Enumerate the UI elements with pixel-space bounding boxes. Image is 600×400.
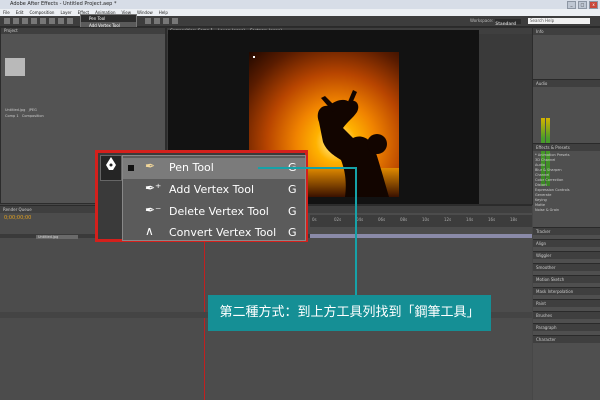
playhead[interactable] bbox=[204, 236, 205, 400]
ruler-tick: 06s bbox=[378, 217, 386, 222]
pan-behind-tool-icon[interactable] bbox=[49, 18, 55, 24]
layer-name[interactable]: Untitled.jpg bbox=[36, 235, 78, 239]
workspace-selector[interactable]: Workspace: Standard bbox=[470, 16, 522, 26]
right-panel-column: Info Audio Effects & Presets * Animation… bbox=[533, 27, 600, 400]
menu-edit[interactable]: Edit bbox=[16, 9, 24, 16]
pen-tool-icon[interactable] bbox=[67, 18, 73, 24]
paragraph-panel-tab[interactable]: Paragraph bbox=[533, 323, 600, 331]
flyout-item-pen[interactable]: Pen Tool bbox=[81, 15, 136, 22]
ruler-tick: 08s bbox=[400, 217, 408, 222]
rotate-tool-icon[interactable] bbox=[31, 18, 37, 24]
convert-vertex-icon: ∧ bbox=[145, 224, 154, 238]
current-timecode[interactable]: 0;00;00;00 bbox=[4, 215, 31, 221]
project-item[interactable]: Untitled.jpg JPEG bbox=[5, 108, 75, 113]
menu-item-add-vertex-tool[interactable]: ✒⁺ Add Vertex Tool G bbox=[123, 180, 305, 201]
character-panel-tab[interactable]: Character bbox=[533, 335, 600, 343]
project-item[interactable]: Comp 1 Composition bbox=[5, 114, 75, 119]
ruler-tick: 12s bbox=[444, 217, 452, 222]
layer-duration-bar[interactable] bbox=[310, 234, 532, 238]
window-title: Adobe After Effects - Untitled Project.a… bbox=[10, 1, 117, 7]
menu-item-delete-vertex-tool[interactable]: ✒⁻ Delete Vertex Tool G bbox=[123, 202, 305, 223]
mask-tool-icon[interactable] bbox=[58, 18, 64, 24]
hand-tool-icon[interactable] bbox=[13, 18, 19, 24]
menu-window[interactable]: Window bbox=[137, 9, 153, 16]
add-vertex-icon: ✒⁺ bbox=[145, 181, 162, 195]
selection-tool-icon[interactable] bbox=[4, 18, 10, 24]
tracker-panel-tab[interactable]: Tracker bbox=[533, 227, 600, 235]
mask-interpolation-panel-tab[interactable]: Mask Interpolation bbox=[533, 287, 600, 295]
app-window: Adobe After Effects - Untitled Project.a… bbox=[0, 0, 600, 400]
motion-sketch-panel-tab[interactable]: Motion Sketch bbox=[533, 275, 600, 283]
pen-icon: ✒ bbox=[145, 159, 156, 173]
smoother-panel-tab[interactable]: Smoother bbox=[533, 263, 600, 271]
callout-connector bbox=[258, 167, 356, 169]
project-tab[interactable]: Project bbox=[1, 28, 165, 34]
menu-layer[interactable]: Layer bbox=[60, 9, 71, 16]
instruction-callout: 第二種方式：到上方工具列找到「鋼筆工具」 bbox=[208, 295, 491, 331]
ruler-tick: 04s bbox=[356, 217, 364, 222]
delete-vertex-icon: ✒⁻ bbox=[145, 203, 162, 217]
info-panel-tab[interactable]: Info bbox=[533, 27, 600, 35]
brush-tool-icon[interactable] bbox=[154, 18, 160, 24]
project-thumbnail bbox=[5, 58, 25, 76]
minimize-button[interactable]: _ bbox=[567, 1, 576, 9]
camera-tool-icon[interactable] bbox=[40, 18, 46, 24]
pen-tool-menu-highlight: ✒ Pen Tool G ✒⁺ Add Vertex Tool G ✒⁻ Del… bbox=[95, 150, 308, 242]
eraser-tool-icon[interactable] bbox=[172, 18, 178, 24]
brushes-panel-tab[interactable]: Brushes bbox=[533, 311, 600, 319]
ruler-tick: 18s bbox=[510, 217, 518, 222]
time-ruler[interactable]: 0s 02s 04s 06s 08s 10s 12s 14s 16s 18s bbox=[310, 215, 532, 227]
menu-file[interactable]: File bbox=[3, 9, 10, 16]
ruler-tick: 0s bbox=[312, 217, 317, 222]
title-bar: Adobe After Effects - Untitled Project.a… bbox=[0, 0, 600, 9]
wiggler-panel-tab[interactable]: Wiggler bbox=[533, 251, 600, 259]
ruler-tick: 14s bbox=[466, 217, 474, 222]
ruler-tick: 10s bbox=[422, 217, 430, 222]
fx-item[interactable]: Noise & Grain bbox=[535, 208, 597, 213]
ruler-tick: 02s bbox=[334, 217, 342, 222]
close-button[interactable]: x bbox=[589, 1, 598, 9]
callout-connector bbox=[355, 167, 357, 297]
window-controls: _ □ x bbox=[567, 1, 598, 9]
effects-presets-tab[interactable]: Effects & Presets bbox=[533, 143, 600, 151]
menu-help[interactable]: Help bbox=[159, 9, 168, 16]
audio-panel-tab[interactable]: Audio bbox=[533, 79, 600, 87]
menu-item-convert-vertex-tool[interactable]: ∧ Convert Vertex Tool G bbox=[123, 223, 305, 244]
selected-indicator bbox=[128, 165, 134, 171]
menu-composition[interactable]: Composition bbox=[29, 9, 54, 16]
ruler-tick: 16s bbox=[488, 217, 496, 222]
clone-tool-icon[interactable] bbox=[163, 18, 169, 24]
paint-panel-tab[interactable]: Paint bbox=[533, 299, 600, 307]
zoom-tool-icon[interactable] bbox=[22, 18, 28, 24]
pen-tool-button[interactable] bbox=[100, 155, 122, 181]
search-help-input[interactable]: Search Help bbox=[528, 18, 590, 24]
pen-nib-icon bbox=[106, 157, 116, 170]
align-panel-tab[interactable]: Align bbox=[533, 239, 600, 247]
text-tool-icon[interactable] bbox=[145, 18, 151, 24]
maximize-button[interactable]: □ bbox=[578, 1, 587, 9]
